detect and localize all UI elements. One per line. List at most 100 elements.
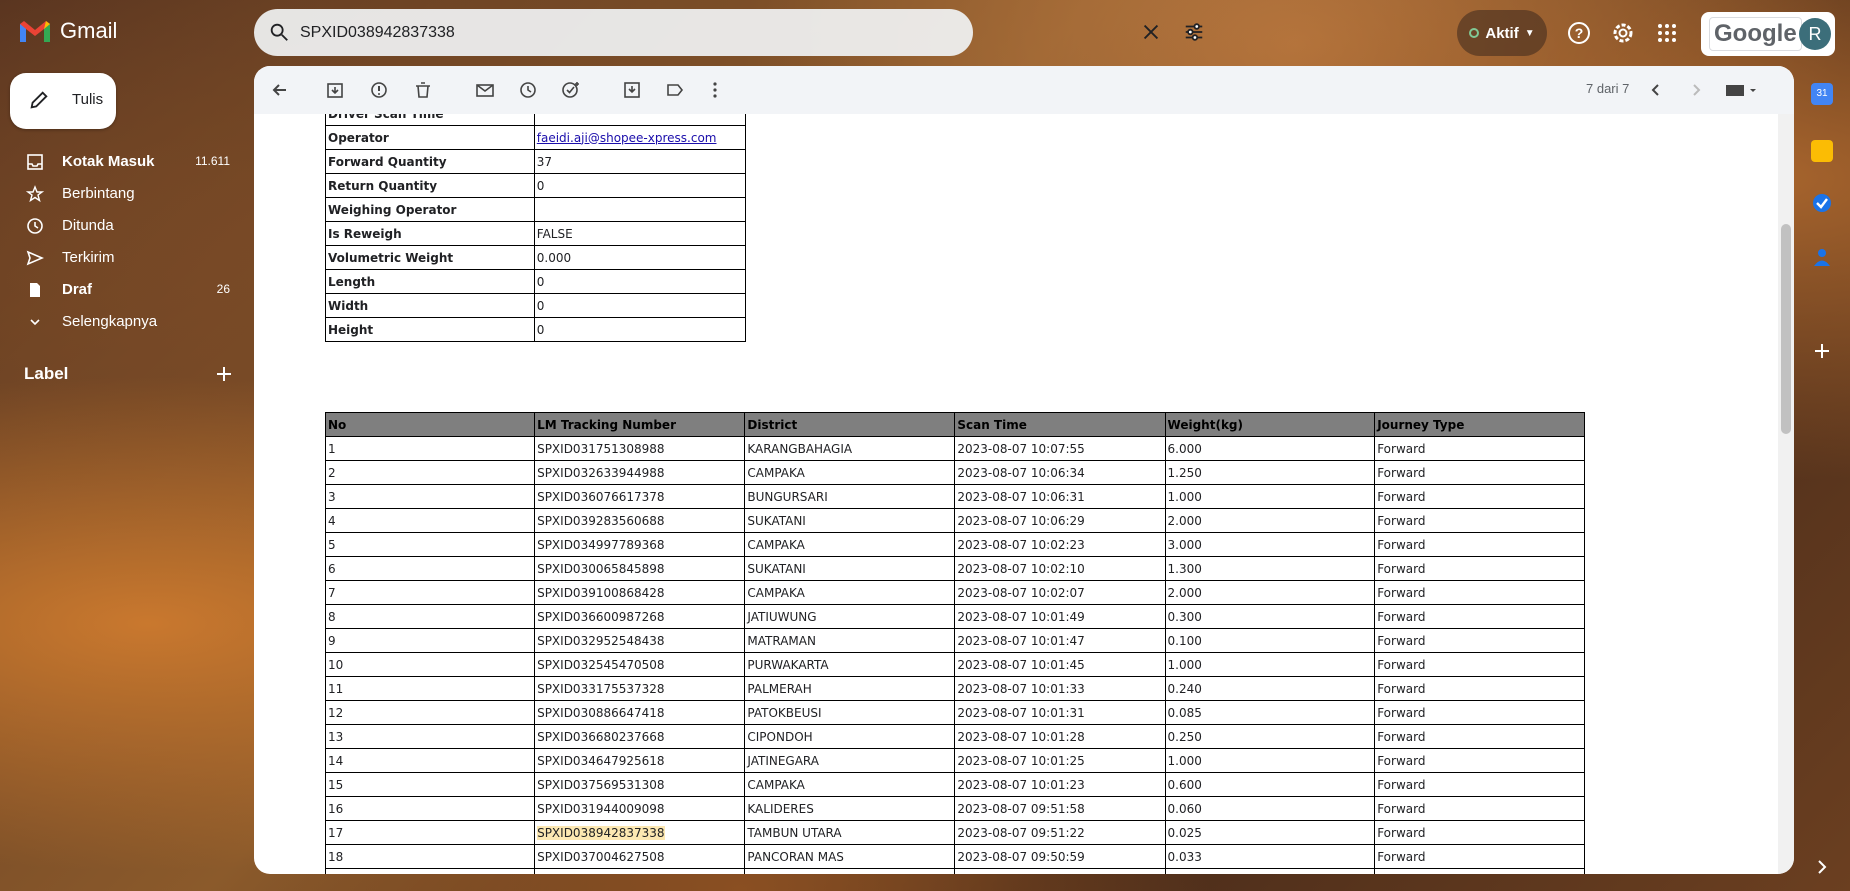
search-bar[interactable]	[254, 9, 1203, 56]
expand-panel-icon[interactable]	[1811, 856, 1833, 878]
contacts-icon[interactable]	[1811, 246, 1833, 268]
row-number-cell: 1	[324, 436, 536, 461]
info-row: Width 0	[325, 293, 747, 318]
label-tag-icon[interactable]	[665, 80, 685, 100]
scrollbar[interactable]	[1778, 114, 1794, 874]
scan-time-cell: 2023-08-07 09:51:58	[954, 796, 1166, 821]
settings-gear-icon[interactable]	[1609, 19, 1637, 47]
info-row: Driver Scan Time	[325, 114, 747, 126]
info-value: 0	[533, 317, 747, 342]
operator-email-link[interactable]: faeidi.aji@shopee-xpress.com	[537, 131, 717, 145]
clear-search-icon[interactable]	[1140, 21, 1162, 43]
input-tools-keyboard-icon[interactable]	[1724, 80, 1760, 100]
get-addons-icon[interactable]	[1811, 340, 1833, 362]
info-value: 0	[533, 173, 747, 198]
table-row: 9 SPXID032952548438 MATRAMAN 2023-08-07 10:…	[324, 628, 1585, 653]
scan-time-cell: 2023-08-07 10:01:23	[954, 772, 1166, 797]
journey-type-cell: Forward	[1374, 628, 1585, 653]
tracking-number-cell: SPXID036600987268	[534, 604, 746, 629]
info-row: Weighing Operator	[325, 197, 747, 222]
district-cell: CAMPAKA	[744, 772, 956, 797]
message-toolbar: 7 dari 7	[254, 66, 1794, 114]
add-label-icon[interactable]	[214, 364, 234, 384]
mark-unread-icon[interactable]	[475, 80, 495, 100]
journey-type-cell: Forward	[1374, 700, 1585, 725]
more-vertical-icon[interactable]	[705, 80, 725, 100]
tracking-number-cell: SPXID039283560688	[534, 508, 746, 533]
sidebar-item-drafts[interactable]: Draf 26	[0, 274, 250, 306]
sidebar-item-inbox[interactable]: Kotak Masuk 11.611	[0, 146, 250, 178]
help-icon[interactable]: ?	[1565, 19, 1593, 47]
snooze-clock-icon[interactable]	[518, 80, 538, 100]
row-number-cell: 19	[324, 868, 536, 874]
account-switcher[interactable]: Google R	[1701, 12, 1835, 56]
table-row: 17 SPXID038942837338 TAMBUN UTARA 2023-08-0…	[324, 820, 1585, 845]
weight-cell: 1.000	[1164, 484, 1376, 509]
info-key: Operator	[325, 125, 535, 150]
weight-cell: 6.000	[1164, 436, 1376, 461]
scan-time-cell: 2023-08-07 10:01:49	[954, 604, 1166, 629]
add-task-icon[interactable]	[561, 80, 581, 100]
table-row: 3 SPXID036076617378 BUNGURSARI 2023-08-07 1…	[324, 484, 1585, 509]
weight-cell: 2.000	[1164, 580, 1376, 605]
calendar-icon[interactable]: 31	[1811, 83, 1833, 105]
search-options-icon[interactable]	[1183, 21, 1205, 43]
table-row: 15 SPXID037569531308 CAMPAKA 2023-08-07 10:…	[324, 772, 1585, 797]
info-row: Return Quantity 0	[325, 173, 747, 198]
gmail-logo[interactable]: Gmail	[18, 18, 117, 44]
scan-time-cell: 2023-08-07 10:01:25	[954, 748, 1166, 773]
scan-time-cell: 2023-08-07 10:06:29	[954, 508, 1166, 533]
info-row: Is Reweigh FALSE	[325, 221, 747, 246]
archive-icon[interactable]	[325, 80, 345, 100]
info-key: Forward Quantity	[325, 149, 535, 174]
row-number-cell: 8	[324, 604, 536, 629]
journey-type-cell: Forward	[1374, 724, 1585, 749]
table-row: 4 SPXID039283560688 SUKATANI 2023-08-07 10:…	[324, 508, 1585, 533]
chevron-left-icon[interactable]	[1646, 80, 1666, 100]
district-cell: KARANGBAHAGIA	[744, 436, 956, 461]
clock-icon	[27, 218, 43, 234]
row-number-cell: 7	[324, 580, 536, 605]
compose-button[interactable]: Tulis	[10, 73, 116, 129]
status-selector[interactable]: Aktif ▼	[1457, 10, 1547, 56]
apps-grid-icon[interactable]	[1653, 19, 1681, 47]
weight-cell: 0.085	[1164, 700, 1376, 725]
row-number-cell: 6	[324, 556, 536, 581]
sidebar-item-snoozed[interactable]: Ditunda	[0, 210, 250, 242]
delete-trash-icon[interactable]	[413, 80, 433, 100]
row-number-cell: 14	[324, 748, 536, 773]
sidebar-item-label: Terkirim	[62, 249, 115, 266]
sidebar-item-starred[interactable]: Berbintang	[0, 178, 250, 210]
row-number-cell: 4	[324, 508, 536, 533]
district-cell: JATINEGARA	[744, 748, 956, 773]
keep-notes-icon[interactable]	[1811, 140, 1833, 162]
district-cell: PALMERAH	[744, 676, 956, 701]
table-row: 19SPXID032218330368SUKAMULYA2023-08-07 0…	[324, 868, 1585, 874]
move-to-icon[interactable]	[622, 80, 642, 100]
avatar[interactable]: R	[1799, 18, 1831, 50]
info-key: Driver Scan Time	[325, 114, 535, 126]
search-icon[interactable]	[268, 21, 290, 43]
table-row: 11 SPXID033175537328 PALMERAH 2023-08-07 10…	[324, 676, 1585, 701]
weight-cell: 0.060	[1164, 796, 1376, 821]
tracking-number-cell: SPXID036680237668	[534, 724, 746, 749]
district-cell: MATRAMAN	[744, 628, 956, 653]
search-input[interactable]	[298, 17, 882, 49]
journey-type-cell: Forward	[1374, 844, 1585, 869]
back-arrow-icon[interactable]	[270, 80, 290, 100]
scan-time-cell: 2023-08-07 09:51:22	[954, 820, 1166, 845]
column-header: District	[744, 412, 956, 437]
info-key: Volumetric Weight	[325, 245, 535, 270]
report-spam-icon[interactable]	[369, 80, 389, 100]
info-value: 0	[533, 293, 747, 318]
tasks-icon[interactable]	[1811, 192, 1833, 214]
chevron-right-icon[interactable]	[1686, 80, 1706, 100]
tracking-number-cell: SPXID031944009098	[534, 796, 746, 821]
district-cell: BUNGURSARI	[744, 484, 956, 509]
sidebar-item-sent[interactable]: Terkirim	[0, 242, 250, 274]
unread-count: 11.611	[195, 154, 230, 168]
message-body: Driver Scan TimeOperatorfaeidi.aji@shope…	[254, 114, 1778, 874]
info-row: Volumetric Weight 0.000	[325, 245, 747, 270]
sidebar-item-more[interactable]: Selengkapnya	[0, 306, 250, 338]
scrollbar-thumb[interactable]	[1781, 224, 1791, 434]
